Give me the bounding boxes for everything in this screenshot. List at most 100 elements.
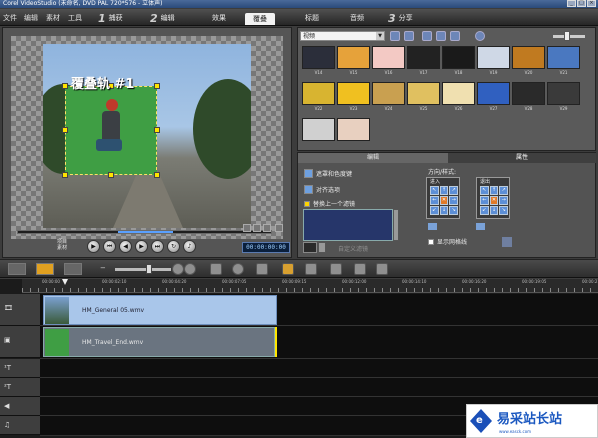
zoom-out-icon[interactable]: − (100, 264, 106, 272)
step-effect[interactable]: 效果 (212, 11, 226, 25)
project-clip-toggle[interactable]: 项目 素材 (57, 239, 67, 251)
filter-list[interactable] (303, 209, 393, 241)
storyboard-view-button[interactable] (8, 263, 26, 275)
pause-after-icon[interactable] (476, 223, 485, 230)
library-thumbnail[interactable] (512, 82, 545, 105)
resize-handle[interactable] (108, 172, 114, 178)
title-track-1[interactable] (40, 359, 598, 378)
overlay-track-header[interactable]: ▣ (0, 326, 40, 358)
direction-button[interactable]: ↖ (430, 186, 439, 195)
zoom-knob[interactable] (146, 264, 152, 274)
library-thumbnail[interactable] (372, 46, 405, 69)
repeat-button[interactable]: ↻ (167, 240, 180, 253)
resize-handle[interactable] (154, 127, 160, 133)
direction-button[interactable]: ↙ (480, 206, 489, 215)
zoom-slider[interactable] (115, 268, 171, 271)
library-dropdown[interactable]: 视频 ▼ (300, 31, 385, 41)
track-manager-icon[interactable] (376, 263, 388, 275)
direction-button[interactable]: ↑ (439, 186, 449, 195)
title-track-2-header[interactable]: ²T (0, 378, 40, 397)
refresh-icon[interactable] (436, 31, 446, 41)
library-thumbnail[interactable] (442, 46, 475, 69)
filter-preset-dropdown[interactable] (303, 242, 317, 253)
timeline-ruler[interactable]: 00:00:00 00:00:02:10 00:00:04:20 00:00:07:0… (22, 279, 598, 293)
library-thumbnail[interactable] (302, 82, 335, 105)
expand-library-icon[interactable] (475, 31, 485, 41)
video-track-header[interactable]: 🎞 (0, 294, 40, 326)
next-button[interactable]: ⏭ (151, 240, 164, 253)
zoom-in-icon[interactable] (172, 263, 184, 275)
library-thumbnail[interactable] (442, 82, 475, 105)
music-track-header[interactable]: ♫ (0, 416, 40, 435)
undo-icon[interactable] (210, 263, 222, 275)
library-thumbnail[interactable] (407, 46, 440, 69)
library-thumbnail[interactable] (547, 82, 580, 105)
direction-button[interactable]: ← (430, 196, 439, 205)
direction-button[interactable]: ← (480, 196, 489, 205)
library-thumbnail[interactable] (512, 46, 545, 69)
library-thumbnail[interactable] (477, 46, 510, 69)
record-icon[interactable] (256, 263, 268, 275)
import-icon[interactable] (404, 31, 414, 41)
cut-button[interactable] (263, 224, 271, 232)
resize-handle[interactable] (154, 83, 160, 89)
library-thumbnail[interactable] (337, 118, 370, 141)
step-audio[interactable]: 音频 (350, 11, 364, 25)
preview-screen[interactable]: 覆叠轨 #1 (11, 36, 283, 239)
clip-selection-edge[interactable] (275, 327, 277, 357)
library-thumbnail[interactable] (477, 82, 510, 105)
direction-button[interactable]: → (449, 196, 458, 205)
library-thumbnail[interactable] (547, 46, 580, 69)
resize-handle[interactable] (62, 172, 68, 178)
volume-button[interactable]: ♪ (183, 240, 196, 253)
grid-settings-icon[interactable] (502, 237, 512, 247)
step-capture[interactable]: 1 捕获 (98, 11, 123, 25)
menu-tools[interactable]: 工具 (68, 13, 82, 23)
prev-button[interactable]: ⏮ (103, 240, 116, 253)
rewind-button[interactable]: ◀ (119, 240, 132, 253)
folder-icon[interactable] (390, 31, 400, 41)
filter-preset-arrow[interactable] (318, 242, 326, 253)
menu-file[interactable]: 文件 (3, 13, 17, 23)
direction-center-button[interactable]: ✕ (439, 196, 449, 205)
options-icon[interactable] (450, 31, 460, 41)
direction-button[interactable]: ↓ (489, 206, 499, 215)
library-thumbnail[interactable] (337, 82, 370, 105)
fit-project-icon[interactable] (184, 263, 196, 275)
library-thumbnail[interactable] (407, 82, 440, 105)
trim-selection[interactable] (118, 231, 173, 233)
direction-button[interactable]: ↗ (449, 186, 458, 195)
direction-button[interactable]: → (499, 196, 508, 205)
direction-button[interactable]: ↘ (499, 206, 508, 215)
title-track-1-header[interactable]: ¹T (0, 359, 40, 378)
pause-before-icon[interactable] (428, 223, 437, 230)
step-share[interactable]: 3 分享 (388, 11, 413, 25)
smart-proxy-icon[interactable] (282, 263, 294, 275)
library-thumbnail[interactable] (302, 46, 335, 69)
library-manager-icon[interactable] (422, 31, 432, 41)
align-options-button[interactable]: 对齐选项 (304, 185, 340, 194)
overlay-clip-bar[interactable]: HM_Travel_End.wmv (43, 327, 275, 357)
replace-filter-checkbox[interactable]: 替换上一个滤镜 (304, 199, 355, 208)
step-overlay[interactable]: 覆叠 (245, 13, 275, 25)
library-thumbnail[interactable] (302, 118, 335, 141)
direction-button[interactable]: ↙ (430, 206, 439, 215)
resize-handle[interactable] (62, 127, 68, 133)
tab-attributes[interactable]: 属性 (448, 153, 596, 163)
batch-convert-icon[interactable] (305, 263, 317, 275)
video-clip[interactable]: HM_General 05.wmv (43, 295, 277, 325)
resize-handle[interactable] (62, 83, 68, 89)
redo-icon[interactable] (232, 263, 244, 275)
direction-button[interactable]: ↗ (499, 186, 508, 195)
library-thumbnail[interactable] (337, 46, 370, 69)
timeline-view-button[interactable] (36, 263, 54, 275)
overlay-clip[interactable] (65, 86, 157, 175)
tab-edit[interactable]: 编辑 (298, 153, 448, 163)
filter-list-scrollbar[interactable] (393, 209, 399, 241)
title-track-2[interactable] (40, 378, 598, 397)
mark-out-button[interactable] (253, 224, 261, 232)
library-thumbnail[interactable] (372, 82, 405, 105)
playhead[interactable] (62, 279, 68, 285)
resize-handle[interactable] (154, 172, 160, 178)
expand-button[interactable] (275, 224, 283, 232)
